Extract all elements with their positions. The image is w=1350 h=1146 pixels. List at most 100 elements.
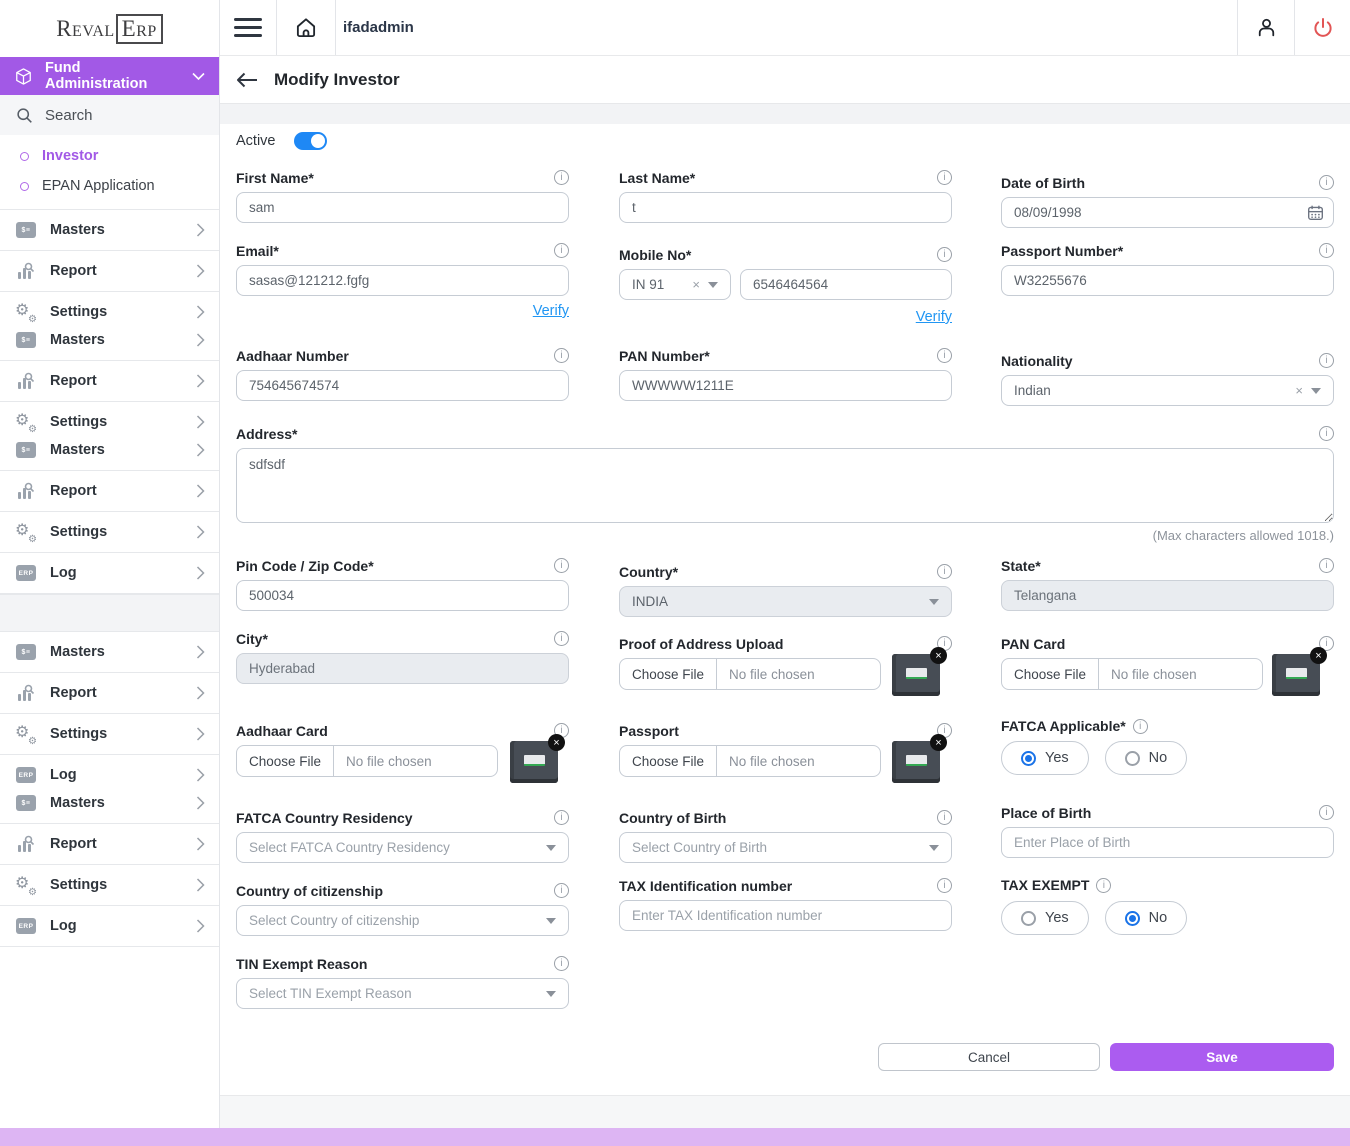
tax-exempt-yes-option[interactable]: Yes [1001, 901, 1089, 935]
masters-icon: $≡ [16, 222, 36, 238]
sidebar-item-log-masters[interactable]: ERPLog$≡Masters [0, 754, 219, 823]
aadhaar-card-file-input[interactable]: Choose File No file chosen [236, 745, 498, 777]
pincode-input[interactable] [236, 580, 569, 611]
pan-card-thumbnail[interactable]: × [1272, 654, 1320, 696]
sidebar-item-settings-masters[interactable]: ⚙⚙Settings$≡Masters [0, 401, 219, 470]
proof-of-address-thumbnail[interactable]: × [892, 654, 940, 696]
home-button[interactable] [277, 0, 335, 55]
remove-file-icon[interactable]: × [930, 734, 947, 751]
caret-down-icon [546, 918, 556, 924]
fatca-yes-option[interactable]: Yes [1001, 741, 1089, 775]
sidebar-item-label: Settings [50, 414, 182, 430]
tax-exempt-no-option[interactable]: No [1105, 901, 1188, 935]
sidebar-item-report[interactable]: Report [0, 360, 219, 401]
sidebar-item-settings[interactable]: ⚙⚙Settings [0, 713, 219, 754]
remove-file-icon[interactable]: × [930, 647, 947, 664]
sidebar-item-report[interactable]: Report [0, 470, 219, 511]
citizenship-select[interactable]: Select Country of citizenship [236, 905, 569, 936]
brand-logo: RevalErp [0, 0, 219, 57]
city-label: City* [236, 631, 268, 647]
report-icon [16, 835, 36, 853]
back-arrow-icon[interactable] [236, 72, 258, 88]
sidebar-item-report[interactable]: Report [0, 672, 219, 713]
sidebar-item-settings-masters[interactable]: ⚙⚙Settings$≡Masters [0, 291, 219, 360]
passport-thumbnail[interactable]: × [892, 741, 940, 783]
sidebar-search[interactable] [0, 95, 219, 135]
app-window: RevalErp Fund Administration Investor EP… [0, 0, 1350, 1146]
sidebar-item-label: Masters [50, 442, 182, 458]
pan-number-input[interactable] [619, 370, 952, 401]
info-icon [554, 243, 569, 258]
chevron-right-icon [196, 919, 205, 933]
pan-card-file-input[interactable]: Choose File No file chosen [1001, 658, 1263, 690]
tin-exempt-select[interactable]: Select TIN Exempt Reason [236, 978, 569, 1009]
settings-icon: ⚙⚙ [16, 413, 36, 431]
fatca-residency-label: FATCA Country Residency [236, 810, 413, 826]
report-icon [16, 262, 36, 280]
clear-icon[interactable]: × [692, 277, 700, 292]
radio-icon [1021, 911, 1036, 926]
chevron-right-icon [196, 837, 205, 851]
sidebar-item-masters[interactable]: $≡Masters [0, 631, 219, 672]
sidebar-item-masters[interactable]: $≡ Masters [0, 209, 219, 250]
nationality-select[interactable]: Indian × [1001, 375, 1334, 406]
search-input[interactable] [45, 107, 185, 124]
address-textarea[interactable]: sdfsdf [236, 448, 1334, 523]
mobile-verify-link[interactable]: Verify [619, 309, 952, 325]
active-toggle[interactable] [294, 132, 327, 150]
chevron-right-icon [196, 443, 205, 457]
settings-icon: ⚙⚙ [16, 523, 36, 541]
info-icon [554, 348, 569, 363]
menu-button[interactable] [220, 0, 276, 55]
last-name-input[interactable] [619, 192, 952, 223]
info-icon [1096, 878, 1111, 893]
remove-file-icon[interactable]: × [1310, 647, 1327, 664]
fatca-no-option[interactable]: No [1105, 741, 1188, 775]
caret-down-icon [929, 599, 939, 605]
info-icon [937, 878, 952, 893]
email-verify-link[interactable]: Verify [236, 303, 569, 319]
state-input [1001, 580, 1334, 611]
country-of-birth-select[interactable]: Select Country of Birth [619, 832, 952, 863]
sidebar-item-log[interactable]: ERPLog [0, 552, 219, 594]
place-of-birth-input[interactable] [1001, 827, 1334, 858]
sidebar-item-label: Settings [50, 304, 182, 320]
fatca-residency-select[interactable]: Select FATCA Country Residency [236, 832, 569, 863]
sidebar-item-report[interactable]: Report [0, 823, 219, 864]
sidebar-item-report[interactable]: Report [0, 250, 219, 291]
passport-number-input[interactable] [1001, 265, 1334, 296]
mobile-number-input[interactable] [740, 269, 952, 300]
info-icon [554, 956, 569, 971]
aadhaar-number-input[interactable] [236, 370, 569, 401]
dob-input[interactable] [1001, 197, 1334, 228]
calendar-icon[interactable] [1307, 204, 1324, 221]
clear-icon[interactable]: × [1295, 383, 1303, 398]
remove-file-icon[interactable]: × [548, 734, 565, 751]
sidebar-item-investor[interactable]: Investor [0, 141, 219, 171]
page-title: Modify Investor [274, 70, 400, 90]
tin-input[interactable] [619, 900, 952, 931]
cancel-button[interactable]: Cancel [878, 1043, 1100, 1071]
chevron-right-icon [196, 566, 205, 580]
sidebar-item-epan-application[interactable]: EPAN Application [0, 171, 219, 201]
passport-file-input[interactable]: Choose File No file chosen [619, 745, 881, 777]
sidebar-item-label: Masters [50, 222, 182, 238]
info-icon [554, 810, 569, 825]
profile-button[interactable] [1238, 0, 1294, 55]
form-area: Active First Name* Last Name* Date of Bi… [220, 0, 1350, 1146]
aadhaar-card-thumbnail[interactable]: × [510, 741, 558, 783]
first-name-input[interactable] [236, 192, 569, 223]
info-icon [937, 810, 952, 825]
mobile-country-select[interactable]: IN 91 × [619, 269, 731, 300]
radio-icon [1125, 751, 1140, 766]
email-input[interactable] [236, 265, 569, 296]
save-button[interactable]: Save [1110, 1043, 1334, 1071]
sidebar-item-log[interactable]: ERPLog [0, 905, 219, 947]
proof-of-address-file-input[interactable]: Choose File No file chosen [619, 658, 881, 690]
module-selector[interactable]: Fund Administration [0, 57, 219, 95]
sidebar-item-settings[interactable]: ⚙⚙Settings [0, 511, 219, 552]
sidebar-item-settings[interactable]: ⚙⚙Settings [0, 864, 219, 905]
logout-button[interactable] [1295, 0, 1350, 55]
chevron-right-icon [196, 686, 205, 700]
info-icon [937, 564, 952, 579]
